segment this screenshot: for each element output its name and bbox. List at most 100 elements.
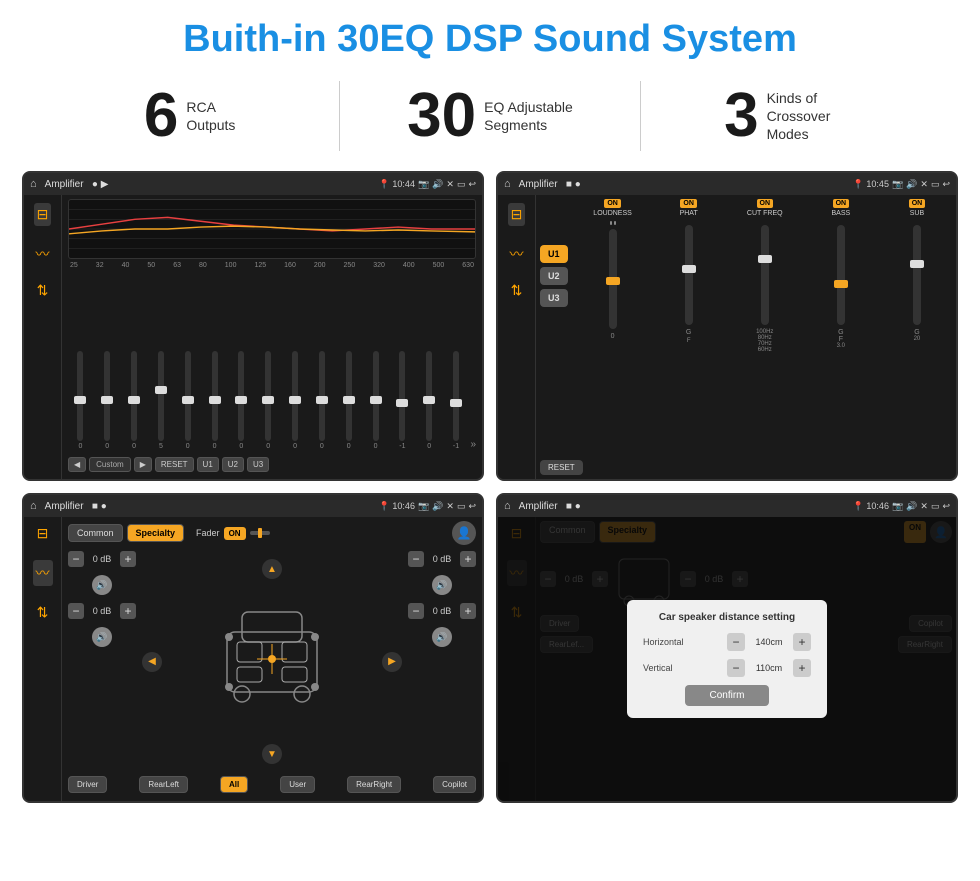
car-diagram-svg bbox=[207, 602, 337, 722]
eq-u3-btn[interactable]: U3 bbox=[247, 457, 269, 472]
eq-slider-track-5[interactable] bbox=[185, 351, 191, 441]
fader-sidebar-filter-icon[interactable]: ⊟ bbox=[37, 525, 49, 542]
eq-slider-thumb-6[interactable] bbox=[209, 396, 221, 404]
crossover-sidebar-arrows-icon[interactable]: ⇅ bbox=[511, 282, 523, 299]
cutfreq-thumb[interactable] bbox=[758, 255, 772, 263]
eq-slider-value-6: 0 bbox=[213, 443, 217, 450]
fader-plus-1[interactable]: + bbox=[120, 551, 136, 567]
crossover-sidebar-filter-icon[interactable]: ⊟ bbox=[508, 203, 526, 226]
eq-slider-track-9[interactable] bbox=[292, 351, 298, 441]
phat-value: G bbox=[686, 329, 691, 336]
crossover-sidebar-wave-icon[interactable]: 〰 bbox=[510, 244, 524, 264]
expand-icon[interactable]: » bbox=[470, 439, 476, 450]
fader-rearleft-btn[interactable]: RearLeft bbox=[139, 776, 188, 793]
eq-slider-thumb-4[interactable] bbox=[155, 386, 167, 394]
eq-slider-thumb-10[interactable] bbox=[316, 396, 328, 404]
nav-up-arrow[interactable]: ▲ bbox=[262, 559, 282, 579]
eq-u1-btn[interactable]: U1 bbox=[197, 457, 219, 472]
fader-copilot-btn[interactable]: Copilot bbox=[433, 776, 476, 793]
eq-slider-thumb-1[interactable] bbox=[74, 396, 86, 404]
sub-thumb[interactable] bbox=[910, 260, 924, 268]
eq-slider-thumb-13[interactable] bbox=[396, 399, 408, 407]
crossover-preset-u2[interactable]: U2 bbox=[540, 267, 568, 285]
fader-vol-value-3: 0 dB bbox=[428, 554, 456, 564]
eq-slider-track-6[interactable] bbox=[212, 351, 218, 441]
confirm-button[interactable]: Confirm bbox=[685, 685, 768, 706]
eq-sidebar-filter-icon[interactable]: ⊟ bbox=[34, 203, 52, 226]
fader-plus-3[interactable]: + bbox=[460, 551, 476, 567]
eq-slider-track-8[interactable] bbox=[265, 351, 271, 441]
fader-on-toggle[interactable]: ON bbox=[224, 527, 246, 540]
eq-reset-btn[interactable]: RESET bbox=[155, 457, 194, 472]
eq-sidebar-arrows-icon[interactable]: ⇅ bbox=[37, 282, 49, 299]
crossover-screen-body: ⊟ 〰 ⇅ U1 U2 U3 ON bbox=[498, 195, 956, 479]
dialog-title: Car speaker distance setting bbox=[643, 612, 811, 623]
eq-slider-thumb-15[interactable] bbox=[450, 399, 462, 407]
fader-driver-btn[interactable]: Driver bbox=[68, 776, 107, 793]
loudness-thumb[interactable] bbox=[606, 277, 620, 285]
eq-slider-thumb-9[interactable] bbox=[289, 396, 301, 404]
eq-slider-thumb-11[interactable] bbox=[343, 396, 355, 404]
eq-slider-track-3[interactable] bbox=[131, 351, 137, 441]
eq-play-btn[interactable]: ▶ bbox=[134, 457, 152, 472]
eq-prev-btn[interactable]: ◀ bbox=[68, 457, 86, 472]
eq-slider-track-13[interactable] bbox=[399, 351, 405, 441]
fader-plus-2[interactable]: + bbox=[120, 603, 136, 619]
eq-slider-9: 0 bbox=[283, 351, 308, 450]
bass-thumb[interactable] bbox=[834, 280, 848, 288]
dialog-horizontal-minus[interactable]: − bbox=[727, 633, 745, 651]
fader-minus-2[interactable]: − bbox=[68, 603, 84, 619]
eq-slider-track-2[interactable] bbox=[104, 351, 110, 441]
fader-tab-common[interactable]: Common bbox=[68, 524, 123, 542]
dialog-vertical-control: − 110cm + bbox=[727, 659, 811, 677]
fader-all-btn[interactable]: All bbox=[220, 776, 248, 793]
bass-track[interactable] bbox=[837, 225, 845, 325]
page-title: Buith-in 30EQ DSP Sound System bbox=[0, 0, 980, 71]
phat-track[interactable] bbox=[685, 225, 693, 325]
eq-slider-track-12[interactable] bbox=[373, 351, 379, 441]
fader-sidebar-arrows-icon[interactable]: ⇅ bbox=[37, 604, 49, 621]
dialog-vertical-minus[interactable]: − bbox=[727, 659, 745, 677]
crossover-preset-u3[interactable]: U3 bbox=[540, 289, 568, 307]
fader-sidebar-wave-icon[interactable]: 〰 bbox=[33, 560, 53, 586]
eq-slider-thumb-12[interactable] bbox=[370, 396, 382, 404]
eq-u2-btn[interactable]: U2 bbox=[222, 457, 244, 472]
fader-user-icon[interactable]: 👤 bbox=[452, 521, 476, 545]
phat-thumb[interactable] bbox=[682, 265, 696, 273]
eq-slider-thumb-8[interactable] bbox=[262, 396, 274, 404]
crossover-status-title: Amplifier ■ ● bbox=[519, 179, 849, 190]
eq-slider-thumb-3[interactable] bbox=[128, 396, 140, 404]
sub-track[interactable] bbox=[913, 225, 921, 325]
fader-user-btn[interactable]: User bbox=[280, 776, 315, 793]
crossover-reset-btn[interactable]: RESET bbox=[540, 460, 583, 475]
eq-slider-thumb-14[interactable] bbox=[423, 396, 435, 404]
fader-plus-4[interactable]: + bbox=[460, 603, 476, 619]
eq-slider-track-11[interactable] bbox=[346, 351, 352, 441]
eq-slider-thumb-2[interactable] bbox=[101, 396, 113, 404]
eq-slider-track-10[interactable] bbox=[319, 351, 325, 441]
eq-slider-track-7[interactable] bbox=[238, 351, 244, 441]
fader-minus-3[interactable]: − bbox=[408, 551, 424, 567]
dialog-vertical-plus[interactable]: + bbox=[793, 659, 811, 677]
fader-rearleft2-btn[interactable]: RearRight bbox=[347, 776, 401, 793]
cutfreq-track[interactable] bbox=[761, 225, 769, 325]
dialog-horizontal-plus[interactable]: + bbox=[793, 633, 811, 651]
fader-tab-specialty[interactable]: Specialty bbox=[127, 524, 185, 542]
eq-slider-track-15[interactable] bbox=[453, 351, 459, 441]
eq-sidebar-wave-icon[interactable]: 〰 bbox=[36, 244, 50, 264]
crossover-preset-u1[interactable]: U1 bbox=[540, 245, 568, 263]
fader-minus-4[interactable]: − bbox=[408, 603, 424, 619]
nav-right-arrow[interactable]: ▶ bbox=[382, 652, 402, 672]
eq-slider-thumb-7[interactable] bbox=[235, 396, 247, 404]
stat-crossover-number: 3 bbox=[724, 85, 758, 147]
eq-slider-track-1[interactable] bbox=[77, 351, 83, 441]
eq-slider-track-4[interactable] bbox=[158, 351, 164, 441]
freq-100: 100 bbox=[225, 262, 237, 269]
fader-minus-1[interactable]: − bbox=[68, 551, 84, 567]
eq-slider-track-14[interactable] bbox=[426, 351, 432, 441]
nav-left-arrow[interactable]: ◀ bbox=[142, 652, 162, 672]
nav-down-arrow[interactable]: ▼ bbox=[262, 744, 282, 764]
eq-status-bar: ⌂ Amplifier ● ▶ 📍 10:44 📷 🔊 ✕ ▭ ↩ bbox=[24, 173, 482, 195]
eq-slider-thumb-5[interactable] bbox=[182, 396, 194, 404]
loudness-track[interactable] bbox=[609, 229, 617, 329]
